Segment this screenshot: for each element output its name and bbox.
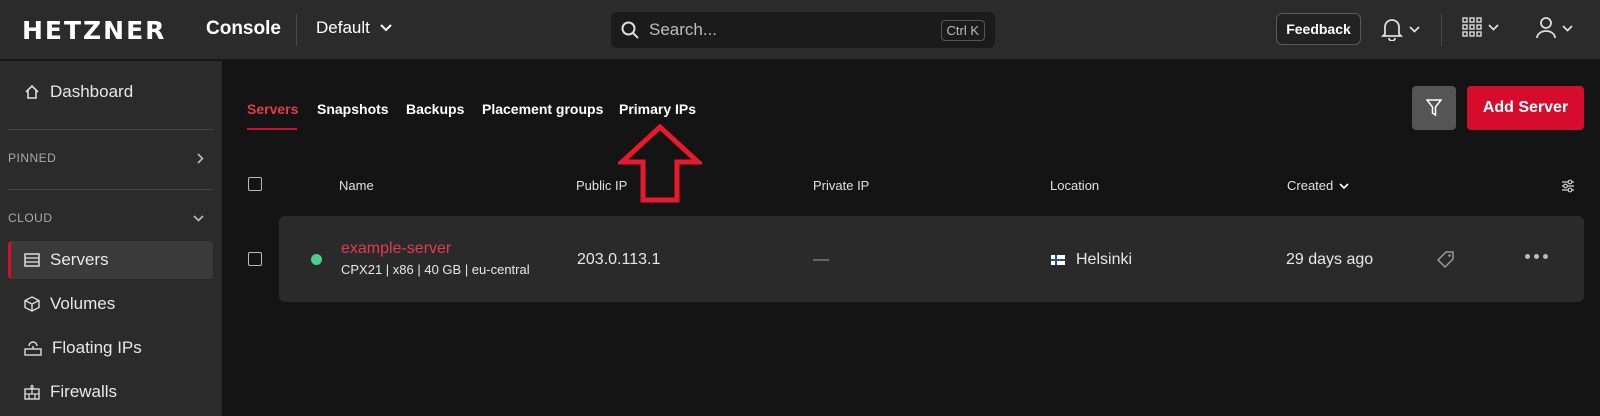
sidebar-item-floating-ips[interactable]: Floating IPs — [8, 329, 213, 367]
sidebar-item-volumes[interactable]: Volumes — [8, 285, 213, 323]
chevron-right-icon — [197, 152, 204, 164]
chevron-down-icon — [1409, 25, 1420, 33]
project-name: Default — [316, 18, 370, 37]
sidebar-item-label: Volumes — [50, 294, 116, 313]
top-bar: HETZNER Console Default Ctrl K Feedback — [0, 0, 1600, 60]
floating-ip-icon — [24, 341, 42, 356]
active-tab-indicator — [247, 128, 297, 130]
sort-chevron-down-icon — [1339, 182, 1349, 189]
console-label: Console — [206, 18, 281, 39]
server-spec: CPX21 | x86 | 40 GB | eu-central — [341, 262, 530, 277]
tab-servers[interactable]: Servers — [247, 101, 298, 117]
sidebar-section-cloud[interactable]: CLOUD — [8, 211, 204, 225]
divider — [296, 14, 297, 46]
column-header-private-ip[interactable]: Private IP — [813, 178, 869, 193]
user-icon — [1536, 17, 1556, 39]
sidebar-item-servers[interactable]: Servers — [8, 241, 213, 279]
sidebar: Dashboard PINNED CLOUD Servers Volumes F… — [0, 61, 222, 416]
created-value: 29 days ago — [1286, 251, 1374, 268]
apps-menu[interactable] — [1462, 17, 1499, 37]
table-row[interactable] — [279, 216, 1584, 302]
column-header-created[interactable]: Created — [1287, 178, 1349, 193]
apps-grid-icon — [1462, 17, 1482, 37]
chevron-down-icon — [1562, 24, 1573, 32]
sidebar-item-label: Floating IPs — [52, 338, 142, 357]
sidebar-item-dashboard[interactable]: Dashboard — [8, 73, 213, 111]
search-bar[interactable]: Ctrl K — [611, 12, 995, 48]
status-running-indicator — [311, 254, 322, 265]
sidebar-item-firewalls[interactable]: Firewalls — [8, 373, 213, 411]
more-actions-button[interactable] — [1521, 250, 1552, 263]
tab-primary-ips[interactable]: Primary IPs — [619, 101, 696, 117]
user-menu[interactable] — [1536, 17, 1573, 39]
column-header-location[interactable]: Location — [1050, 178, 1099, 193]
tab-backups[interactable]: Backups — [406, 101, 464, 117]
private-ip-value: — — [813, 251, 829, 268]
search-input[interactable] — [649, 20, 941, 40]
feedback-button[interactable]: Feedback — [1276, 13, 1361, 45]
chevron-down-icon — [193, 214, 204, 222]
column-header-name[interactable]: Name — [339, 178, 374, 193]
dot — [1543, 254, 1548, 259]
notifications-menu[interactable] — [1381, 17, 1420, 41]
dot — [1534, 254, 1539, 259]
annotation-arrow-icon — [618, 124, 702, 203]
tab-placement-groups[interactable]: Placement groups — [482, 101, 603, 117]
search-icon — [621, 21, 639, 39]
chevron-down-icon — [380, 24, 392, 32]
sidebar-section-pinned[interactable]: PINNED — [8, 151, 204, 165]
finland-flag-icon — [1051, 255, 1065, 265]
column-header-public-ip[interactable]: Public IP — [576, 178, 627, 193]
bell-icon — [1381, 19, 1403, 41]
cube-icon — [24, 296, 40, 312]
project-selector[interactable]: Default — [316, 18, 392, 38]
filter-icon — [1426, 99, 1442, 117]
sidebar-item-label: Firewalls — [50, 382, 118, 401]
filter-button[interactable] — [1412, 86, 1456, 130]
sidebar-item-label: Dashboard — [50, 82, 134, 101]
column-header-label: Created — [1287, 178, 1334, 193]
location-value: Helsinki — [1076, 251, 1133, 268]
divider — [8, 189, 213, 190]
server-icon — [24, 253, 40, 267]
divider — [8, 129, 213, 130]
section-label: PINNED — [8, 151, 57, 165]
home-icon — [25, 84, 39, 99]
section-label: CLOUD — [8, 211, 53, 225]
row-checkbox[interactable] — [248, 252, 262, 266]
server-name-link[interactable]: example-server — [341, 240, 451, 258]
dot — [1525, 254, 1530, 259]
column-settings-icon[interactable] — [1561, 179, 1575, 193]
firewall-icon — [24, 384, 40, 400]
select-all-checkbox[interactable] — [248, 177, 262, 191]
hetzner-logo[interactable]: HETZNER — [22, 16, 166, 45]
chevron-down-icon — [1488, 23, 1499, 31]
public-ip-value[interactable]: 203.0.113.1 — [577, 251, 660, 269]
add-server-button[interactable]: Add Server — [1467, 86, 1584, 130]
tag-icon[interactable] — [1436, 250, 1456, 270]
sidebar-item-label: Servers — [50, 250, 109, 269]
divider — [1441, 14, 1442, 46]
tab-snapshots[interactable]: Snapshots — [317, 101, 389, 117]
search-shortcut: Ctrl K — [940, 19, 985, 41]
